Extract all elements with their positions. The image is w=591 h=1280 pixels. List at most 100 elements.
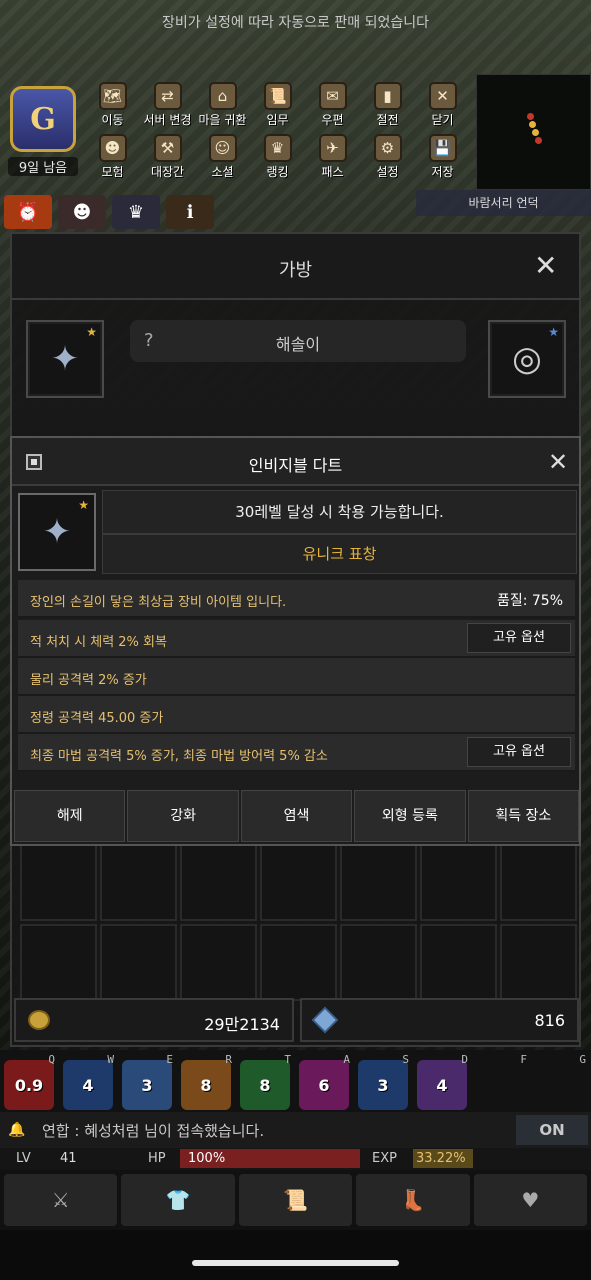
gear-icon: ⚙	[373, 134, 402, 162]
gold-amount: 29만2134	[204, 1015, 280, 1034]
acquisition-source-button[interactable]: 획득 장소	[467, 790, 580, 842]
chat-toggle-button[interactable]: ON	[516, 1115, 588, 1145]
hp-label: HP	[148, 1151, 166, 1166]
inventory-cell[interactable]	[100, 924, 177, 1001]
inventory-cell[interactable]	[180, 844, 257, 921]
skill-hotkey: R	[225, 1053, 232, 1066]
bag-close-icon[interactable]: ✕	[534, 252, 557, 280]
chat-message: 연합 : 혜성처럼 님이 접속했습니다.	[42, 1122, 265, 1140]
unequip-button[interactable]: 해제	[14, 790, 126, 842]
menu-item-gear[interactable]: ⚙ 설정	[360, 134, 415, 180]
inventory-cell[interactable]	[260, 844, 337, 921]
skill-slot-s[interactable]: 3S	[354, 1050, 413, 1112]
description-bar: ? 해솔이	[130, 320, 466, 362]
character-icon[interactable]: ☻	[58, 195, 106, 229]
inventory-cell[interactable]	[260, 924, 337, 1001]
inventory-cell[interactable]	[500, 844, 577, 921]
inventory-cell[interactable]	[500, 924, 577, 1001]
main-menu: 🗺 이동 ⇄ 서버 변경 ⌂ 마을 귀환 📜 임무 ✉ 우편 ▮ 절전 ✕ 닫기 ☻ 모험 ⚒ 대장간 ☺ 소셜 ♛ 랭…	[85, 82, 470, 186]
anvil-icon: ⚒	[153, 134, 182, 162]
server-icon: ⇄	[153, 82, 182, 110]
menu-item-pass[interactable]: ✈ 패스	[305, 134, 360, 180]
alarm-icon[interactable]: ⏰	[4, 195, 52, 229]
equip-slot-weapon[interactable]: ✦ ★	[26, 320, 104, 398]
menu-item-battery[interactable]: ▮ 절전	[360, 82, 415, 128]
menu-item-anvil[interactable]: ⚒ 대장간	[140, 134, 195, 180]
armor-icon[interactable]: 👕	[121, 1174, 235, 1226]
home-indicator[interactable]	[192, 1260, 399, 1266]
unique-option-button[interactable]: 고유 옵션	[467, 623, 571, 653]
sword-icon[interactable]: ⚔	[4, 1174, 118, 1226]
menu-item-label: 이동	[101, 113, 124, 127]
popup-close-icon[interactable]: ✕	[548, 450, 568, 474]
system-notice: 장비가 설정에 따라 자동으로 판매 되었습니다	[162, 15, 429, 31]
attendance-calendar[interactable]: G 9일 남음	[8, 86, 78, 176]
skill-icon	[476, 1060, 526, 1110]
inventory-cell[interactable]	[340, 924, 417, 1001]
inventory-cell[interactable]	[100, 844, 177, 921]
skill-icon: 0.9	[4, 1060, 54, 1110]
skill-icon: 8	[240, 1060, 290, 1110]
skill-icon	[535, 1060, 585, 1110]
menu-item-mail[interactable]: ✉ 우편	[305, 82, 360, 128]
skill-hotkey: A	[343, 1053, 350, 1066]
map-icon: 🗺	[98, 82, 127, 110]
boot-icon[interactable]: 👢	[356, 1174, 470, 1226]
menu-item-adventurer[interactable]: ☻ 모험	[85, 134, 140, 180]
inventory-cell[interactable]	[420, 844, 497, 921]
skill-hotkey: F	[520, 1053, 527, 1066]
skill-slot-g[interactable]: G	[531, 1050, 590, 1112]
scroll-icon[interactable]: 📜	[238, 1174, 353, 1226]
item-name: 인비지블 다트	[248, 456, 343, 475]
mail-icon: ✉	[318, 82, 347, 110]
skill-slot-e[interactable]: 3E	[118, 1050, 177, 1112]
save-icon: 💾	[428, 134, 457, 162]
enhance-button[interactable]: 강화	[127, 790, 239, 842]
menu-item-close[interactable]: ✕ 닫기	[415, 82, 470, 128]
dye-button[interactable]: 염색	[240, 790, 353, 842]
skill-slot-a[interactable]: 6A	[295, 1050, 354, 1112]
minimap[interactable]	[476, 74, 591, 190]
skill-hotkey: D	[461, 1053, 468, 1066]
menu-item-save[interactable]: 💾 저장	[415, 134, 470, 180]
menu-item-label: 모험	[101, 165, 124, 179]
skill-slot-t[interactable]: 8T	[236, 1050, 295, 1112]
register-appearance-button[interactable]: 외형 등록	[354, 790, 466, 842]
skill-slot-w[interactable]: 4W	[59, 1050, 118, 1112]
level-value: 41	[60, 1151, 77, 1166]
menu-item-social[interactable]: ☺ 소셜	[195, 134, 250, 180]
inventory-cell[interactable]	[20, 844, 97, 921]
trophy-icon[interactable]: ♛	[112, 195, 160, 229]
equip-slot-ring[interactable]: ◎ ★	[488, 320, 566, 398]
item-detail-popup: 인비지블 다트 ✕ ✦ ★ 30레벨 달성 시 착용 가능합니다. 유니크 표창…	[10, 436, 581, 846]
inventory-cell[interactable]	[420, 924, 497, 1001]
skill-slot-d[interactable]: 4D	[413, 1050, 472, 1112]
inventory-cell[interactable]	[340, 844, 417, 921]
skill-slot-r[interactable]: 8R	[177, 1050, 236, 1112]
skill-hotkey: W	[107, 1053, 114, 1066]
info-icon[interactable]: ℹ	[166, 195, 214, 229]
menu-item-server[interactable]: ⇄ 서버 변경	[140, 82, 195, 128]
star-icon: ★	[548, 325, 559, 339]
status-bar: LV 41 HP 100% EXP 33.22%	[0, 1148, 591, 1170]
menu-item-house[interactable]: ⌂ 마을 귀환	[195, 82, 250, 128]
heart-icon[interactable]: ♥	[473, 1174, 588, 1226]
location-name: 바람서리 언덕	[416, 190, 591, 216]
unique-option-button[interactable]: 고유 옵션	[467, 737, 571, 767]
skill-hotkey: Q	[48, 1053, 55, 1066]
skill-slot-f[interactable]: F	[472, 1050, 531, 1112]
item-option-text: 장인의 손길이 닿은 최상급 장비 아이템 입니다.	[30, 595, 287, 610]
skill-slot-q[interactable]: 0.9 Q	[0, 1050, 59, 1112]
item-option-row: 정령 공격력 45.00 증가	[18, 696, 575, 734]
inventory-cell[interactable]	[20, 924, 97, 1001]
menu-item-trophy[interactable]: ♛ 랭킹	[250, 134, 305, 180]
item-option-row: 장인의 손길이 닿은 최상급 장비 아이템 입니다. 품질: 75%	[18, 580, 575, 618]
exp-value: 33.22%	[416, 1151, 466, 1166]
skill-hotkey: T	[284, 1053, 291, 1066]
menu-item-label: 저장	[431, 165, 454, 179]
menu-item-map[interactable]: 🗺 이동	[85, 82, 140, 128]
inventory-cell[interactable]	[180, 924, 257, 1001]
item-option-row: 최종 마법 공격력 5% 증가, 최종 마법 방어력 5% 감소 고유 옵션	[18, 734, 575, 772]
social-icon: ☺	[208, 134, 237, 162]
menu-item-scroll[interactable]: 📜 임무	[250, 82, 305, 128]
